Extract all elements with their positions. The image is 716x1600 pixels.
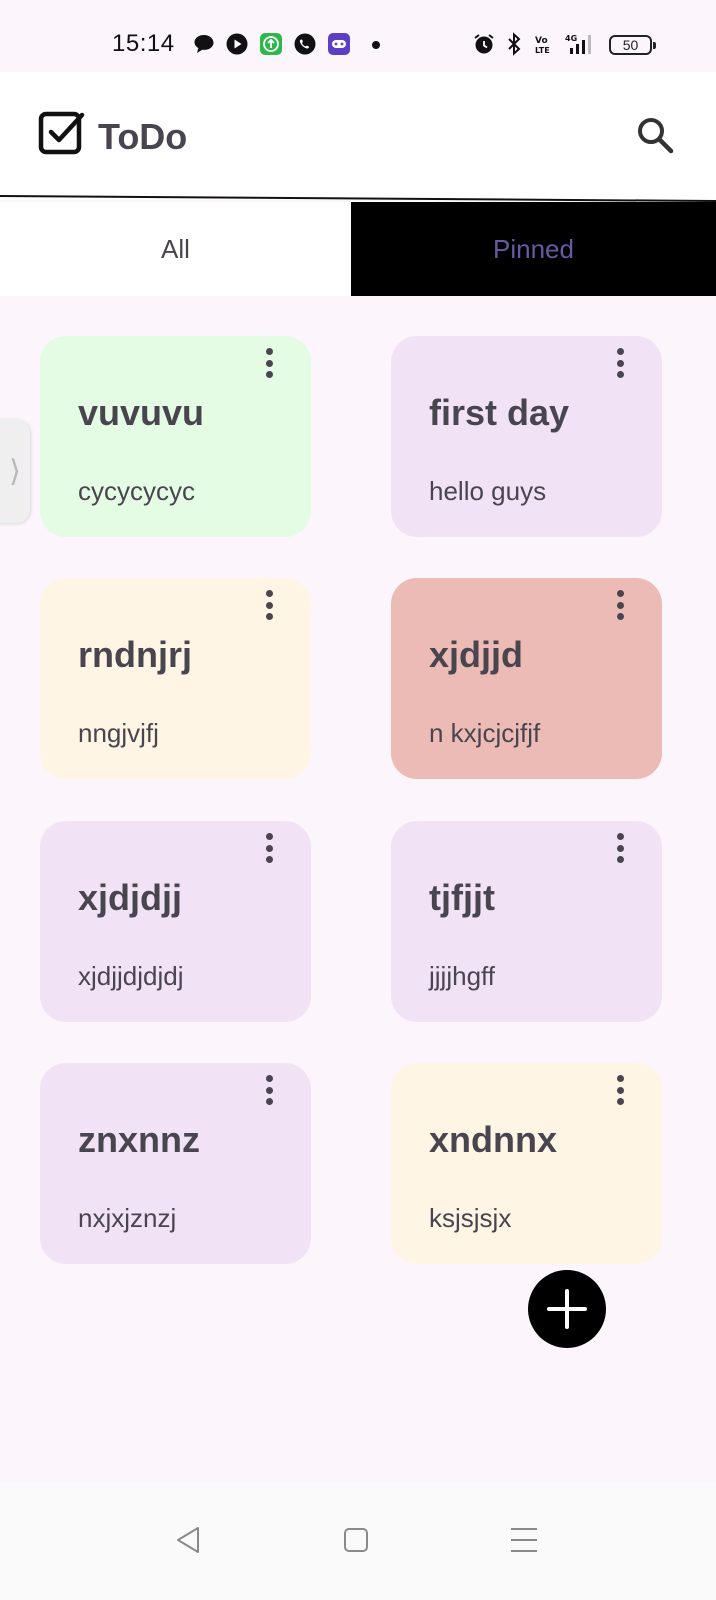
- menu-dot: [265, 348, 273, 355]
- more-vert-icon[interactable]: [257, 588, 281, 622]
- app-title: ToDo: [98, 116, 188, 157]
- note-card[interactable]: xjdjjd n kxjcjcjfjf: [391, 578, 662, 779]
- more-vert-icon[interactable]: [257, 346, 281, 380]
- menu-dot: [616, 590, 624, 597]
- more-vert-icon[interactable]: [608, 831, 632, 865]
- tab-all[interactable]: All: [0, 202, 351, 296]
- tab-pinned-label: Pinned: [493, 233, 574, 264]
- menu-dot: [616, 1086, 624, 1094]
- chevron-right-icon: ⟩: [9, 454, 21, 488]
- note-card[interactable]: tjfjjt jjjjhgff: [391, 821, 662, 1022]
- home-icon[interactable]: [338, 1522, 374, 1558]
- battery-icon: 50: [609, 35, 656, 55]
- back-icon[interactable]: [170, 1522, 206, 1558]
- note-card[interactable]: xjdjdjj xjdjjdjdjdj: [40, 821, 311, 1022]
- menu-dot: [265, 856, 273, 863]
- svg-text:LTE: LTE: [535, 46, 550, 55]
- tab-pinned[interactable]: Pinned: [351, 202, 716, 296]
- game-icon: [328, 33, 350, 55]
- menu-dot: [265, 1098, 273, 1105]
- system-nav-bar: [0, 1482, 716, 1600]
- menu-dot: [265, 601, 273, 609]
- play-icon: [226, 33, 248, 55]
- alarm-icon: [474, 34, 494, 54]
- note-body: nxjxjznzj: [78, 1203, 177, 1233]
- search-icon[interactable]: [634, 114, 676, 156]
- more-notifications-dot: [372, 41, 380, 49]
- side-panel-handle[interactable]: ⟩: [0, 419, 30, 523]
- volte-icon: Vo LTE: [535, 36, 550, 55]
- menu-dot: [616, 371, 624, 378]
- menu-dot: [265, 1086, 273, 1094]
- note-card[interactable]: rndnjrj nngjvjfj: [40, 578, 311, 779]
- menu-dot: [265, 1075, 273, 1082]
- menu-dot: [616, 856, 624, 863]
- note-title: znxnnz: [78, 1119, 200, 1160]
- more-vert-icon[interactable]: [257, 1073, 281, 1107]
- svg-text:Vo: Vo: [535, 36, 548, 46]
- status-time: 15:14: [112, 30, 175, 57]
- tab-all-label: All: [161, 233, 190, 264]
- note-title: rndnjrj: [78, 634, 192, 675]
- note-body: nngjvjfj: [78, 718, 159, 748]
- viber-icon: [294, 33, 316, 55]
- svg-text:4G: 4G: [565, 34, 577, 43]
- tab-bar: All Pinned: [0, 202, 716, 296]
- note-body: n kxjcjcjfjf: [429, 718, 541, 748]
- menu-dot: [616, 844, 624, 852]
- menu-dot: [616, 833, 624, 840]
- menu-dot: [616, 359, 624, 367]
- app-bar: ToDo: [0, 72, 716, 200]
- note-body: xjdjjdjdjdj: [78, 961, 184, 991]
- more-vert-icon[interactable]: [608, 346, 632, 380]
- note-body: jjjjhgff: [429, 961, 496, 991]
- note-card[interactable]: znxnnz nxjxjznzj: [40, 1063, 311, 1264]
- menu-dot: [265, 371, 273, 378]
- menu-dot: [616, 1075, 624, 1082]
- status-bar: 15:14 Vo LTE 4G 50: [0, 0, 716, 72]
- chat-bubble-icon: [194, 35, 214, 53]
- note-body: hello guys: [429, 476, 547, 506]
- note-title: first day: [429, 392, 570, 433]
- note-body: cycycycyc: [78, 476, 195, 506]
- note-card[interactable]: first day hello guys: [391, 336, 662, 537]
- more-vert-icon[interactable]: [257, 831, 281, 865]
- note-title: xjdjjd: [429, 634, 524, 675]
- note-title: xjdjdjj: [78, 877, 183, 918]
- menu-dot: [616, 601, 624, 609]
- menu-dot: [616, 348, 624, 355]
- recents-icon[interactable]: [506, 1522, 542, 1558]
- bluetooth-icon: [508, 32, 521, 56]
- checkbox-icon: [38, 111, 85, 155]
- signal-4g-icon: 4G: [565, 34, 591, 54]
- upload-icon: [260, 33, 282, 55]
- note-card[interactable]: xndnnx ksjsjsjx: [391, 1063, 662, 1264]
- note-title: tjfjjt: [429, 877, 495, 918]
- note-title: xndnnx: [429, 1119, 558, 1160]
- more-vert-icon[interactable]: [608, 1073, 632, 1107]
- note-title: vuvuvu: [78, 392, 205, 433]
- menu-dot: [265, 833, 273, 840]
- more-vert-icon[interactable]: [608, 588, 632, 622]
- plus-icon: [547, 1289, 587, 1329]
- menu-dot: [265, 844, 273, 852]
- note-body: ksjsjsjx: [429, 1203, 512, 1233]
- note-card[interactable]: vuvuvu cycycycyc: [40, 336, 311, 537]
- menu-dot: [265, 590, 273, 597]
- menu-dot: [265, 613, 273, 620]
- menu-dot: [265, 359, 273, 367]
- menu-dot: [616, 613, 624, 620]
- menu-dot: [616, 1098, 624, 1105]
- add-note-button[interactable]: [528, 1270, 606, 1348]
